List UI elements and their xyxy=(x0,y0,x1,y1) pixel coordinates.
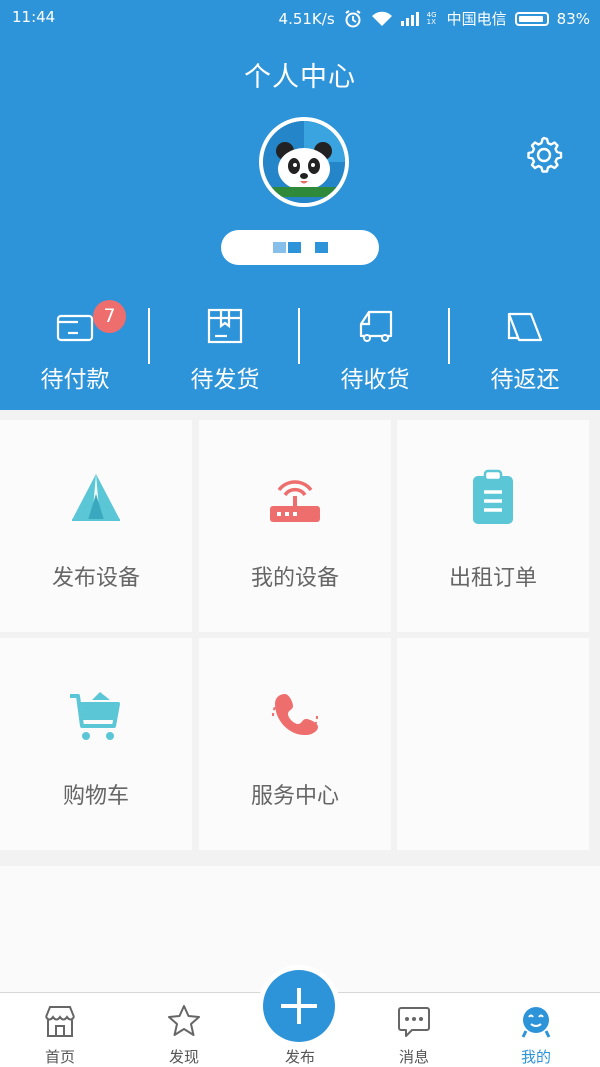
return-icon xyxy=(507,312,543,342)
order-pending-shipment[interactable]: 待发货 xyxy=(150,300,300,400)
status-time: 11:44 xyxy=(12,8,56,26)
grid-item-rental-orders[interactable]: 出租订单 xyxy=(397,420,589,632)
order-label: 待收货 xyxy=(340,367,410,393)
box-icon xyxy=(207,308,243,344)
nav-mine[interactable]: 我的 xyxy=(476,993,596,1067)
wifi-icon xyxy=(371,11,392,26)
panda-avatar-icon xyxy=(263,121,345,203)
phone-icon xyxy=(271,694,319,736)
tent-icon xyxy=(72,474,120,521)
store-icon xyxy=(45,1006,75,1037)
nav-discover[interactable]: 发现 xyxy=(124,993,244,1067)
wallet-icon xyxy=(56,314,94,342)
username-redacted xyxy=(287,242,301,253)
signal-icon xyxy=(400,11,419,26)
nav-label: 消息 xyxy=(398,1048,429,1066)
order-label: 待付款 xyxy=(40,367,110,393)
nav-label: 发现 xyxy=(168,1048,199,1066)
grid-item-empty xyxy=(397,638,589,850)
grid-item-service-center[interactable]: 服务中心 xyxy=(199,638,391,850)
profile-header: 11:44 4.51K/s 4G 1X 中国电信 83% 个人中心 7 待付款 … xyxy=(0,0,600,410)
grid-label: 出租订单 xyxy=(448,566,537,591)
username-pill[interactable] xyxy=(221,230,379,265)
battery-percent: 83% xyxy=(556,9,590,28)
clipboard-icon xyxy=(473,469,513,524)
avatar[interactable] xyxy=(259,117,349,207)
net-speed: 4.51K/s xyxy=(278,9,335,28)
grid-label: 购物车 xyxy=(62,784,129,809)
username-redacted xyxy=(314,242,328,253)
star-icon xyxy=(168,1005,200,1036)
grid-label: 我的设备 xyxy=(250,566,339,591)
router-icon xyxy=(270,480,320,522)
nav-messages[interactable]: 消息 xyxy=(354,993,474,1067)
status-bar: 11:44 4.51K/s 4G 1X 中国电信 83% xyxy=(0,0,600,34)
gear-icon[interactable] xyxy=(524,135,564,175)
publish-button[interactable] xyxy=(263,970,335,1042)
battery-icon xyxy=(514,11,549,26)
grid-item-shopping-cart[interactable]: 购物车 xyxy=(0,638,192,850)
nav-home[interactable]: 首页 xyxy=(0,993,120,1067)
order-status-bar: 7 待付款 待发货 待收货 待返还 xyxy=(0,300,600,400)
nav-label: 首页 xyxy=(44,1048,75,1066)
grid-label: 服务中心 xyxy=(250,784,339,809)
nav-label: 我的 xyxy=(520,1048,551,1066)
order-label: 待发货 xyxy=(190,367,260,393)
order-pending-return[interactable]: 待返还 xyxy=(450,300,600,400)
page-title: 个人中心 xyxy=(244,62,356,93)
order-label: 待返还 xyxy=(490,367,560,393)
status-right: 4.51K/s 4G 1X 中国电信 83% xyxy=(279,8,590,29)
grid-item-my-devices[interactable]: 我的设备 xyxy=(199,420,391,632)
grid-item-publish-device[interactable]: 发布设备 xyxy=(0,420,192,632)
carrier-name: 中国电信 xyxy=(446,10,507,28)
order-pending-receipt[interactable]: 待收货 xyxy=(300,300,450,400)
alarm-icon xyxy=(345,9,361,27)
order-pending-payment[interactable]: 7 待付款 xyxy=(0,300,150,400)
nav-label: 发布 xyxy=(284,1048,315,1066)
network-tag: 4G 1X xyxy=(426,10,437,26)
username-redacted xyxy=(302,242,313,253)
plus-icon xyxy=(281,988,317,1024)
truck-icon xyxy=(359,310,393,342)
chat-icon xyxy=(398,1007,430,1037)
username-redacted xyxy=(272,242,286,253)
grid-label: 发布设备 xyxy=(51,566,140,591)
cart-icon xyxy=(70,692,120,740)
order-badge: 7 xyxy=(93,300,126,333)
mascot-icon xyxy=(521,1007,551,1038)
